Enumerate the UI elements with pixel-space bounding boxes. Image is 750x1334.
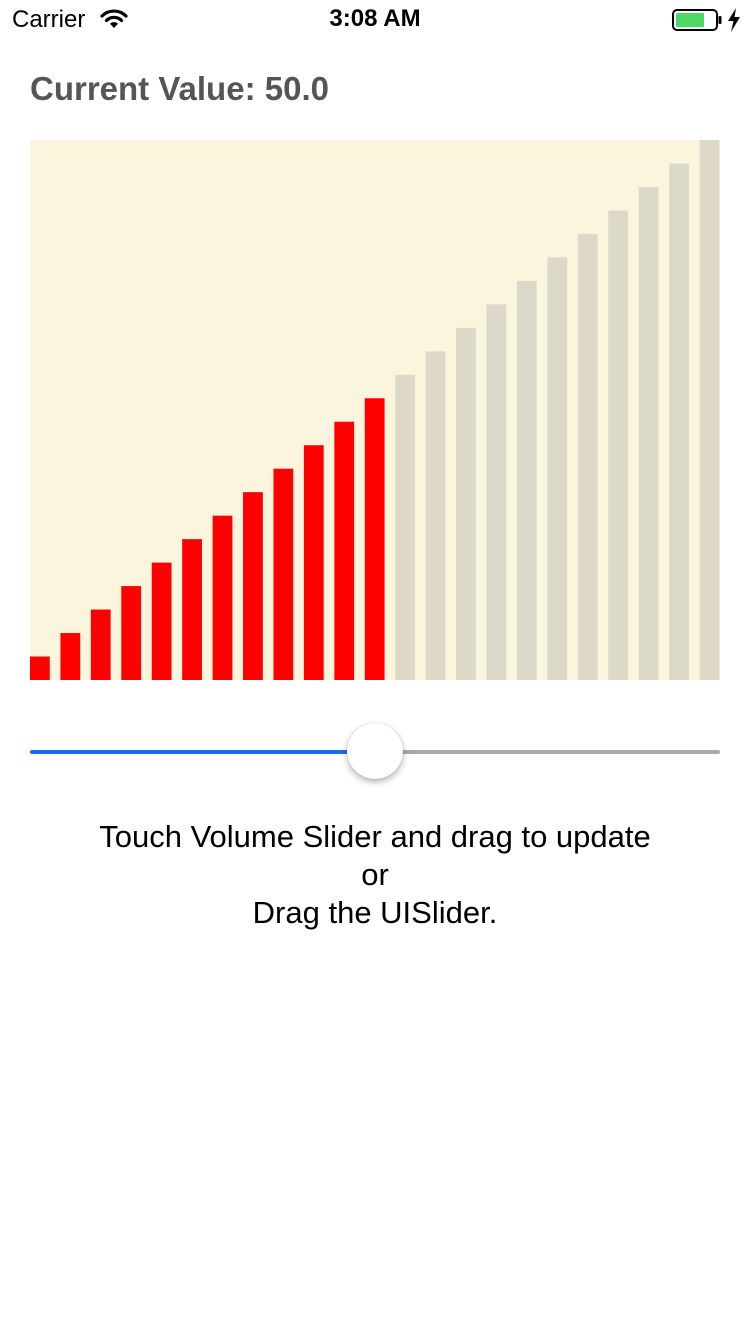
volume-bar-active	[334, 421, 355, 680]
volume-bar-active	[60, 633, 81, 680]
instructions-line-3: Drag the UISlider.	[252, 895, 498, 930]
volume-bar-active	[151, 562, 172, 680]
volume-bar-active	[243, 492, 263, 680]
volume-bar-active	[182, 539, 202, 680]
volume-bar-active	[303, 445, 324, 680]
volume-bar-inactive	[516, 280, 537, 680]
slider-min-track	[30, 750, 375, 754]
volume-bar-inactive	[638, 186, 659, 680]
volume-bar-inactive	[547, 257, 568, 680]
instructions-line-1: Touch Volume Slider and drag to update	[99, 819, 651, 854]
volume-bars	[30, 140, 720, 680]
current-value-title: Current Value:	[30, 70, 256, 107]
status-bar: Carrier 3:08 AM	[0, 0, 750, 40]
instructions-line-2: or	[361, 857, 389, 892]
volume-bar-inactive	[395, 374, 415, 680]
volume-bar-active	[30, 656, 50, 680]
slider-max-track	[375, 750, 720, 754]
status-time: 3:08 AM	[329, 5, 421, 32]
charging-bolt-icon	[727, 8, 741, 32]
volume-bar-active	[273, 468, 294, 680]
volume-bar-active	[364, 398, 385, 680]
volume-slider-screen: Carrier 3:08 AM Current Value: 50.0 Touc…	[0, 0, 750, 1334]
battery-icon	[672, 9, 722, 31]
volume-bar-inactive	[486, 304, 507, 680]
volume-slider-chart[interactable]	[30, 140, 720, 680]
volume-bar-inactive	[456, 327, 476, 680]
volume-bar-active	[121, 586, 142, 680]
ui-slider[interactable]	[30, 720, 720, 782]
instructions-text: Touch Volume Slider and drag to update o…	[0, 818, 750, 932]
current-value-number: 50.0	[264, 70, 329, 107]
volume-bar-active	[90, 609, 111, 680]
volume-bar-inactive	[608, 210, 629, 680]
current-value-label: Current Value: 50.0	[30, 70, 329, 108]
volume-bar-inactive	[425, 351, 446, 680]
volume-bar-inactive	[699, 140, 720, 680]
slider-thumb[interactable]	[347, 723, 403, 779]
volume-bar-inactive	[669, 163, 689, 680]
volume-bar-active	[212, 515, 233, 680]
volume-bar-inactive	[577, 233, 598, 680]
